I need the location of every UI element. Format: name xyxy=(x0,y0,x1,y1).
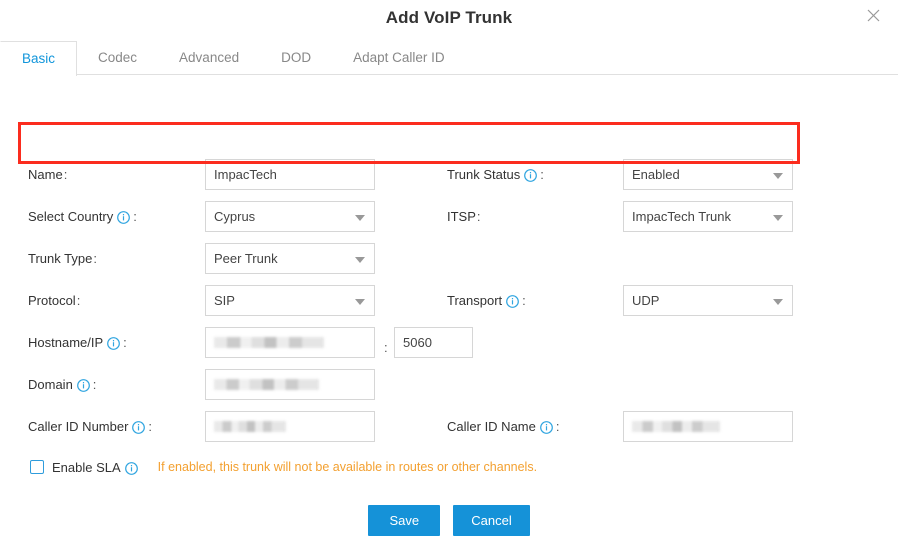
field-select-country: Select Country : xyxy=(28,195,137,237)
info-icon[interactable] xyxy=(107,336,121,350)
info-icon[interactable] xyxy=(524,168,538,182)
tab-codec[interactable]: Codec xyxy=(77,41,158,75)
form-row-country-itsp: Select Country : Cyprus ITSP: ImpacTech … xyxy=(0,195,898,237)
port-value: 5060 xyxy=(403,335,432,350)
field-enable-sla: Enable SLA If enabled, this trunk will n… xyxy=(30,453,537,481)
info-icon[interactable] xyxy=(506,294,520,308)
domain-redacted-value xyxy=(214,379,319,390)
field-hostname-ip: Hostname/IP : xyxy=(28,321,127,363)
tab-dod-label: DOD xyxy=(281,50,312,65)
chevron-down-icon xyxy=(773,214,783,221)
caller-id-name-label: Caller ID Name : xyxy=(447,418,560,434)
name-input-value: ImpacTech xyxy=(214,167,277,182)
enable-sla-label: Enable SLA xyxy=(52,460,140,475)
dialog-title: Add VoIP Trunk xyxy=(385,8,513,27)
name-label: Name: xyxy=(28,166,68,182)
form-row-protocol: Protocol: SIP Transport : UDP xyxy=(0,279,898,321)
caller-id-name-redacted-value xyxy=(632,421,720,432)
chevron-down-icon xyxy=(355,214,365,221)
domain-label: Domain : xyxy=(28,376,97,392)
hostname-ip-label: Hostname/IP : xyxy=(28,334,127,350)
name-input[interactable]: ImpacTech xyxy=(205,159,375,190)
field-caller-id-number: Caller ID Number : xyxy=(28,405,152,447)
enable-sla-hint: If enabled, this trunk will not be avail… xyxy=(157,460,538,474)
info-icon[interactable] xyxy=(132,420,146,434)
select-country-label: Select Country : xyxy=(28,208,137,224)
tab-basic[interactable]: Basic xyxy=(0,41,78,76)
tab-adapt-caller-id-label: Adapt Caller ID xyxy=(353,50,445,65)
tab-adapt-caller-id[interactable]: Adapt Caller ID xyxy=(332,41,466,75)
tab-dod[interactable]: DOD xyxy=(260,41,332,75)
form-area: Name: ImpacTech Trunk Status : Enabled S… xyxy=(0,75,898,485)
form-row-caller-id: Caller ID Number : Caller ID Name : xyxy=(0,405,898,447)
field-caller-id-name: Caller ID Name : xyxy=(447,405,559,447)
port-input[interactable]: 5060 xyxy=(394,327,473,358)
enable-sla-checkbox[interactable] xyxy=(30,460,44,474)
dialog-header: Add VoIP Trunk xyxy=(0,0,898,40)
caller-id-number-label: Caller ID Number : xyxy=(28,418,153,434)
tab-basic-label: Basic xyxy=(22,51,56,66)
caller-id-number-input[interactable] xyxy=(205,411,375,442)
hostname-ip-input[interactable] xyxy=(205,327,375,358)
chevron-down-icon xyxy=(355,298,365,305)
tab-advanced-label: Advanced xyxy=(179,50,240,65)
info-icon[interactable] xyxy=(76,378,90,392)
field-transport: Transport : xyxy=(447,279,526,321)
itsp-select[interactable]: ImpacTech Trunk xyxy=(623,201,793,232)
save-button[interactable]: Save xyxy=(368,505,441,536)
chevron-down-icon xyxy=(355,256,365,263)
form-row-enable-sla: Enable SLA If enabled, this trunk will n… xyxy=(0,453,898,481)
protocol-select[interactable]: SIP xyxy=(205,285,375,316)
trunk-status-select[interactable]: Enabled xyxy=(623,159,793,190)
field-domain: Domain : xyxy=(28,363,96,405)
port-separator: : xyxy=(384,340,388,355)
trunk-type-label: Trunk Type: xyxy=(28,250,97,266)
trunk-status-value: Enabled xyxy=(632,167,680,182)
transport-value: UDP xyxy=(632,293,660,308)
tab-advanced[interactable]: Advanced xyxy=(158,41,260,75)
chevron-down-icon xyxy=(773,298,783,305)
transport-select[interactable]: UDP xyxy=(623,285,793,316)
caller-id-number-redacted-value xyxy=(214,421,286,432)
field-protocol: Protocol: xyxy=(28,279,80,321)
caller-id-name-input[interactable] xyxy=(623,411,793,442)
tab-codec-label: Codec xyxy=(98,50,138,65)
select-country-select[interactable]: Cyprus xyxy=(205,201,375,232)
tab-bar: Basic Codec Advanced DOD Adapt Caller ID xyxy=(0,40,898,76)
cancel-button[interactable]: Cancel xyxy=(453,505,530,536)
info-icon[interactable] xyxy=(539,420,553,434)
form-row-name: Name: ImpacTech Trunk Status : Enabled xyxy=(0,153,898,195)
field-name: Name: xyxy=(28,153,67,195)
protocol-value: SIP xyxy=(214,293,235,308)
field-trunk-type: Trunk Type: xyxy=(28,237,97,279)
info-icon[interactable] xyxy=(117,210,131,224)
form-row-hostname: Hostname/IP : : 5060 xyxy=(0,321,898,363)
trunk-type-value: Peer Trunk xyxy=(214,251,278,266)
transport-label: Transport : xyxy=(447,292,526,308)
chevron-down-icon xyxy=(773,172,783,179)
trunk-type-select[interactable]: Peer Trunk xyxy=(205,243,375,274)
dialog-footer: Save Cancel xyxy=(0,505,898,536)
close-icon[interactable] xyxy=(862,6,884,28)
domain-input[interactable] xyxy=(205,369,375,400)
hostname-ip-redacted-value xyxy=(214,337,324,348)
info-icon[interactable] xyxy=(124,461,138,475)
trunk-status-label: Trunk Status : xyxy=(447,166,544,182)
select-country-value: Cyprus xyxy=(214,209,256,224)
field-itsp: ITSP: xyxy=(447,195,481,237)
field-trunk-status: Trunk Status : xyxy=(447,153,544,195)
itsp-value: ImpacTech Trunk xyxy=(632,209,731,224)
form-row-trunk-type: Trunk Type: Peer Trunk xyxy=(0,237,898,279)
protocol-label: Protocol: xyxy=(28,292,81,308)
itsp-label: ITSP: xyxy=(447,208,481,224)
form-row-domain: Domain : xyxy=(0,363,898,405)
